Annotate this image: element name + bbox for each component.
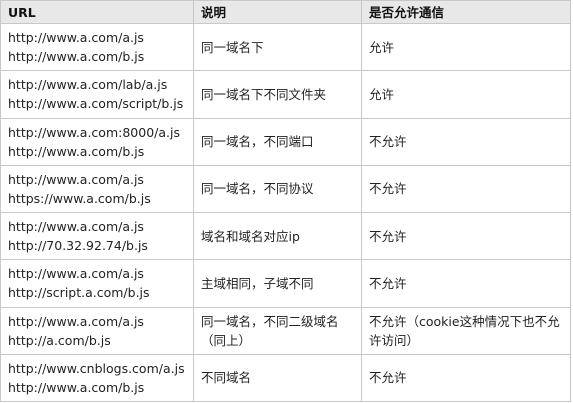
allowed-cell: 不允许: [361, 353, 571, 403]
url-primary: http://www.a.com/a.js: [8, 171, 144, 187]
url-secondary: http://70.32.92.74/b.js: [8, 238, 148, 254]
allowed-cell: 不允许: [361, 117, 571, 166]
url-cell: http://www.a.com/a.js http://70.32.92.74…: [0, 211, 194, 261]
url-primary: http://www.a.com:8000/a.js: [8, 124, 180, 140]
description-cell: 域名和域名对应ip: [193, 211, 362, 261]
header-url: URL: [0, 0, 194, 24]
allowed-cell: 允许: [361, 70, 571, 119]
allowed-cell: 不允许（cookie这种情况下也不允许访问）: [361, 306, 571, 355]
table-row: http://www.a.com/a.js http://www.a.com/b…: [0, 22, 571, 72]
url-cell: http://www.a.com/a.js http://script.a.co…: [0, 259, 194, 308]
url-primary: http://www.a.com/a.js: [8, 266, 144, 282]
url-secondary: http://a.com/b.js: [8, 332, 111, 348]
table-row: http://www.a.com/lab/a.js http://www.a.c…: [0, 70, 571, 119]
url-secondary: https://www.a.com/b.js: [8, 190, 151, 206]
table-row: http://www.a.com/a.js http://script.a.co…: [0, 259, 571, 308]
header-allowed: 是否允许通信: [361, 0, 571, 24]
url-secondary: http://www.a.com/script/b.js: [8, 96, 184, 112]
table-row: http://www.a.com/a.js https://www.a.com/…: [0, 164, 571, 214]
url-primary: http://www.a.com/a.js: [8, 219, 144, 235]
url-cell: http://www.a.com/a.js http://a.com/b.js: [0, 306, 194, 355]
url-secondary: http://script.a.com/b.js: [8, 285, 150, 301]
url-primary: http://www.cnblogs.com/a.js: [8, 360, 185, 376]
allowed-cell: 允许: [361, 22, 571, 72]
url-cell: http://www.a.com/a.js https://www.a.com/…: [0, 164, 194, 214]
allowed-cell: 不允许: [361, 211, 571, 261]
description-cell: 不同域名: [193, 353, 362, 403]
url-cell: http://www.a.com/lab/a.js http://www.a.c…: [0, 70, 194, 119]
url-cell: http://www.cnblogs.com/a.js http://www.a…: [0, 353, 194, 403]
table-row: http://www.a.com/a.js http://a.com/b.js …: [0, 306, 571, 355]
page: URL 说明 是否允许通信 http://www.a.com/a.js http…: [0, 0, 573, 403]
table-row: http://www.cnblogs.com/a.js http://www.a…: [0, 353, 571, 403]
table-header-row: URL 说明 是否允许通信: [0, 0, 571, 24]
table-row: http://www.a.com:8000/a.js http://www.a.…: [0, 117, 571, 166]
url-cell: http://www.a.com/a.js http://www.a.com/b…: [0, 22, 194, 72]
url-primary: http://www.a.com/a.js: [8, 313, 144, 329]
allowed-cell: 不允许: [361, 259, 571, 308]
description-cell: 同一域名，不同二级域名（同上）: [193, 306, 362, 355]
description-cell: 同一域名下不同文件夹: [193, 70, 362, 119]
description-cell: 同一域名下: [193, 22, 362, 72]
description-cell: 主域相同，子域不同: [193, 259, 362, 308]
allowed-cell: 不允许: [361, 164, 571, 214]
header-description: 说明: [193, 0, 362, 24]
url-primary: http://www.a.com/a.js: [8, 30, 144, 46]
url-cell: http://www.a.com:8000/a.js http://www.a.…: [0, 117, 194, 166]
table-row: http://www.a.com/a.js http://70.32.92.74…: [0, 211, 571, 261]
same-origin-policy-table: URL 说明 是否允许通信 http://www.a.com/a.js http…: [0, 0, 571, 403]
url-primary: http://www.a.com/lab/a.js: [8, 77, 168, 93]
description-cell: 同一域名，不同协议: [193, 164, 362, 214]
url-secondary: http://www.a.com/b.js: [8, 49, 145, 65]
description-cell: 同一域名，不同端口: [193, 117, 362, 166]
url-secondary: http://www.a.com/b.js: [8, 143, 145, 159]
url-secondary: http://www.a.com/b.js: [8, 379, 145, 395]
